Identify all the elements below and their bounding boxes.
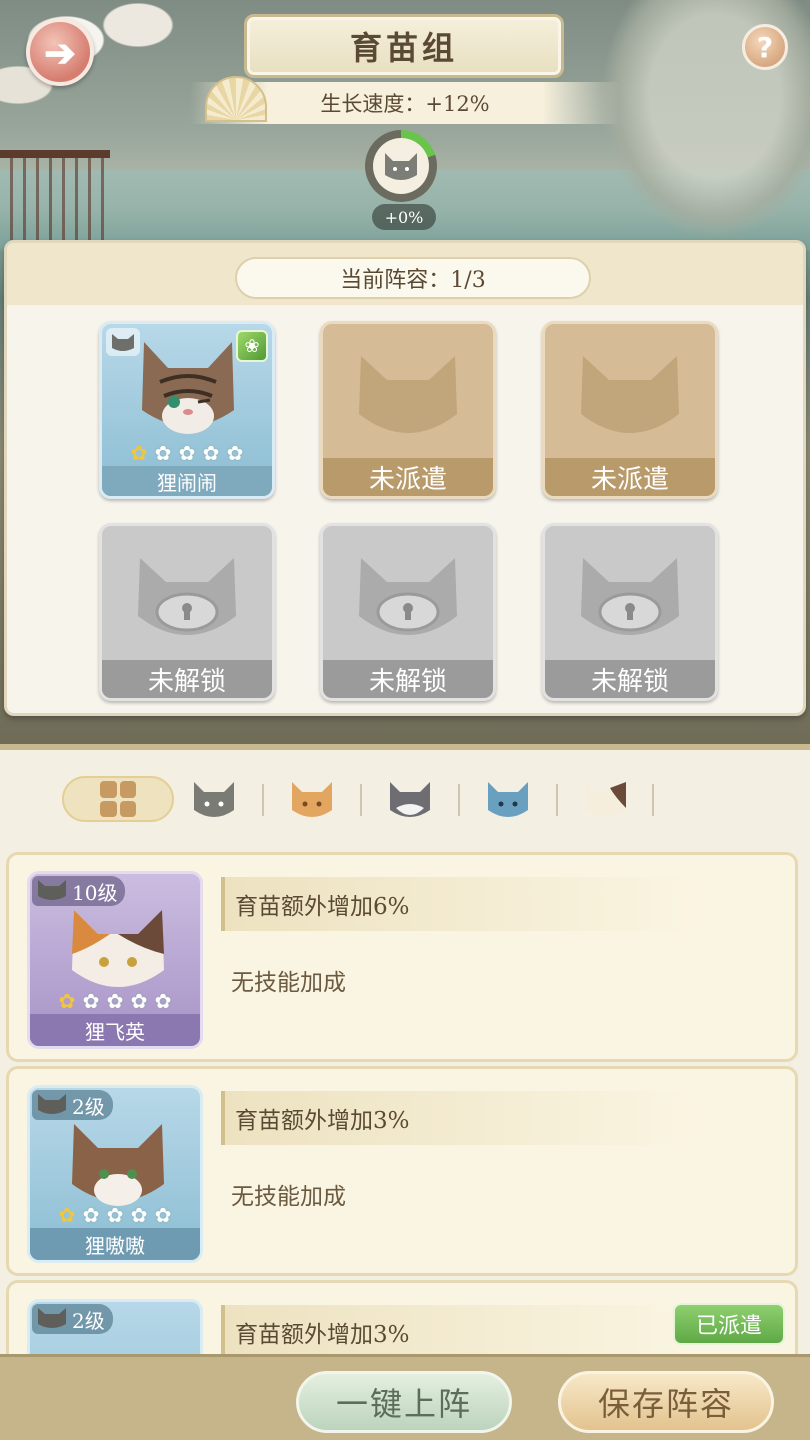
slot-cat-name: 狸闹闹 (102, 466, 272, 496)
skill-description: 育苗额外增加6% (221, 877, 701, 931)
cat-head-icon (385, 153, 417, 180)
calico-cat-portrait (72, 910, 164, 987)
roster-slot-1[interactable]: ❀ ✿ ✿ ✿ ✿ ✿ 狸闹闹 (99, 321, 275, 499)
roster-slot-2[interactable]: 未派遣 (320, 321, 496, 499)
cat-silhouette-icon (359, 356, 457, 433)
auto-deploy-button[interactable]: 一键上阵 (296, 1371, 512, 1433)
star-rating: ✿ ✿ ✿ ✿ ✿ (58, 1203, 172, 1227)
grid-icon (100, 781, 136, 817)
slot-status: 未解锁 (545, 660, 715, 698)
divider (0, 744, 810, 750)
question-icon: ? (756, 30, 774, 64)
pavilion (0, 150, 110, 240)
lock-icon (581, 558, 679, 635)
lock-icon (138, 558, 236, 635)
back-arrow-icon: ➔ (44, 29, 76, 75)
slot-status: 未解锁 (102, 660, 272, 698)
help-button[interactable]: ? (742, 24, 788, 70)
roster-title: 当前阵容：1/3 (235, 257, 591, 299)
progress-percent: +0% (372, 204, 436, 230)
cat-type-icon (38, 1308, 66, 1328)
skill-description: 育苗额外增加3% (221, 1091, 701, 1145)
roster-slot-6[interactable]: 未解锁 (542, 523, 718, 701)
orange-cat-icon[interactable] (288, 778, 336, 822)
cat-level: 2级 (72, 1094, 105, 1119)
skill-bonus: 无技能加成 (231, 1184, 346, 1210)
lock-icon (359, 558, 457, 635)
star-rating: ✿ ✿ ✿ ✿ ✿ (130, 441, 244, 465)
roster-slot-5[interactable]: 未解锁 (320, 523, 496, 701)
title-plate: 育苗组 (244, 14, 564, 78)
dispatched-badge: 已派遣 (673, 1303, 785, 1345)
cat-name: 狸嗷嗷 (30, 1228, 200, 1260)
cat-name: 狸飞英 (30, 1014, 200, 1046)
blue-cat-icon[interactable] (484, 778, 532, 822)
cat-list-item[interactable]: 2级 ✿ ✿ ✿ ✿ ✿ 狸嗷嗷 育苗额外增加3% 无技能加成 (6, 1066, 798, 1276)
roster-slot-4[interactable]: 未解锁 (99, 523, 275, 701)
slot-status: 未派遣 (545, 458, 715, 496)
cat-portrait (142, 342, 234, 434)
skill-description: 育苗额外增加3% (221, 1305, 701, 1359)
cat-portrait: 2级 ✿ ✿ ✿ ✿ ✿ 狸嗷嗷 (27, 1085, 203, 1263)
cat-type-icon (38, 880, 66, 900)
cat-type-icon (38, 1094, 66, 1114)
page-title: 育苗组 (349, 29, 458, 67)
cat-level: 10级 (72, 880, 118, 905)
cat-level: 2级 (72, 1308, 105, 1333)
roster-slot-3[interactable]: 未派遣 (542, 321, 718, 499)
slot-status: 未解锁 (323, 660, 493, 698)
calico-cat-icon[interactable] (582, 778, 630, 822)
cat-list-item[interactable]: 10级 ✿ ✿ ✿ ✿ ✿ 狸飞英 育苗额外增加6% 无技能加成 (6, 852, 798, 1062)
cat-silhouette-icon (581, 356, 679, 433)
cat-filter-bar (0, 760, 810, 840)
back-button[interactable]: ➔ (26, 18, 94, 86)
slot-status: 未派遣 (323, 458, 493, 496)
gray-white-cat-icon[interactable] (386, 778, 434, 822)
cat-portrait: 10级 ✿ ✿ ✿ ✿ ✿ 狸飞英 (27, 871, 203, 1049)
progress-ring (365, 130, 437, 202)
skill-bonus: 无技能加成 (231, 970, 346, 996)
save-roster-button[interactable]: 保存阵容 (558, 1371, 774, 1433)
bottom-action-bar: 一键上阵 保存阵容 (0, 1354, 810, 1440)
brown-cat-portrait (72, 1124, 164, 1206)
filter-all-button[interactable] (62, 776, 174, 822)
roster-count: 当前阵容：1/3 (340, 268, 486, 293)
gray-tabby-cat-icon[interactable] (190, 778, 238, 822)
roster-panel: ✦ ✦ 当前阵容：1/3 ❀ ✿✿✿✿✿ 狸闹闹 未派遣 (4, 240, 806, 716)
growth-speed-text: 生长速度：+12% (320, 92, 490, 116)
star-rating: ✿ ✿ ✿ ✿ ✿ (58, 989, 172, 1013)
